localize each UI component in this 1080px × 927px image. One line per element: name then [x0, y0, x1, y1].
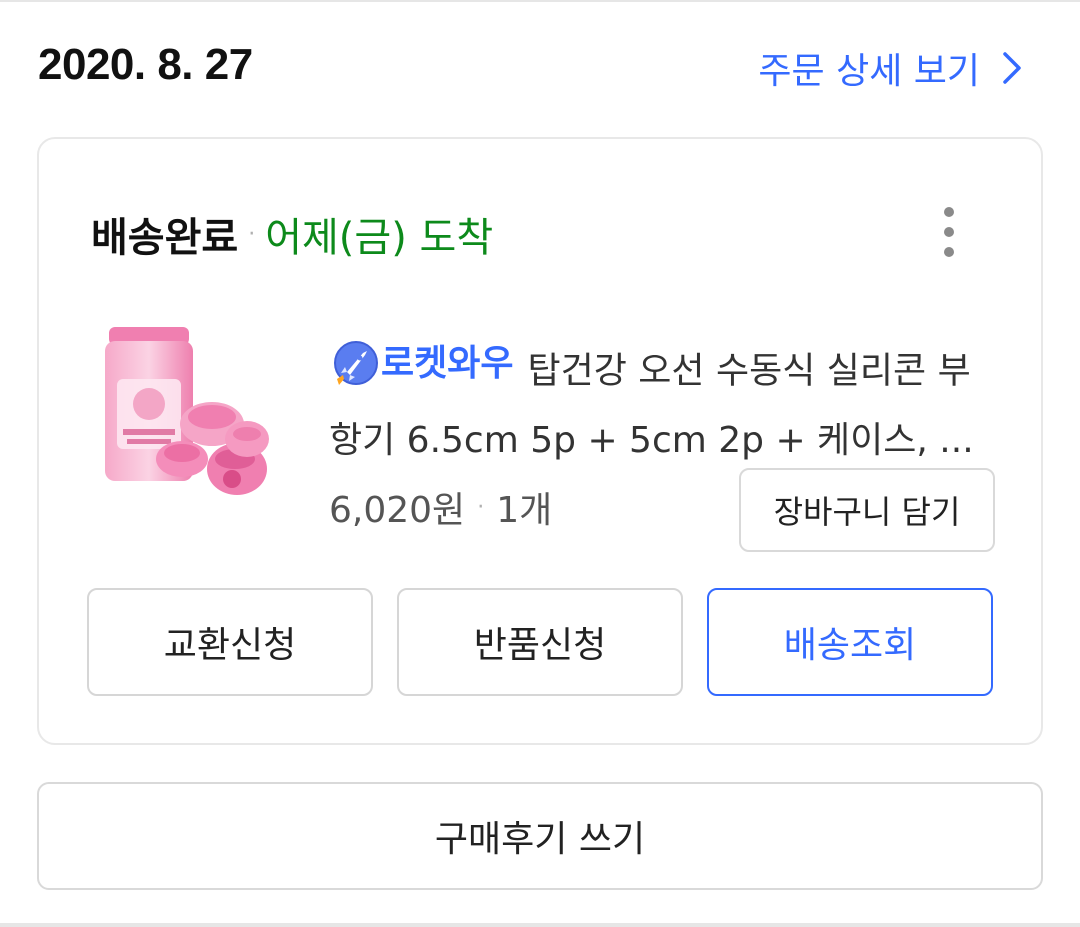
rocket-icon [334, 340, 378, 385]
bottom-divider [0, 923, 1080, 927]
arrival-info: 어제(금) 도착 [265, 215, 494, 261]
add-to-cart-button[interactable]: 장바구니 담기 [739, 468, 995, 552]
track-delivery-button[interactable]: 배송조회 [707, 588, 993, 696]
write-review-button[interactable]: 구매후기 쓰기 [37, 782, 1043, 890]
return-request-button[interactable]: 반품신청 [397, 588, 683, 696]
order-page: 2020. 8. 27 주문 상세 보기 배송완료 · 어제(금) 도착 로켓와… [0, 0, 1080, 927]
price-row: 6,020원 · 1개 [329, 481, 552, 533]
exchange-request-button[interactable]: 교환신청 [87, 588, 373, 696]
delivery-status: 배송완료 [91, 215, 239, 261]
order-detail-label: 주문 상세 보기 [758, 51, 980, 92]
product-title[interactable]: 로켓와우 탑건강 오선 수동식 실리콘 부항기 6.5cm 5p + 5cm 2… [329, 329, 989, 467]
price-separator: · [477, 494, 485, 520]
order-date: 2020. 8. 27 [38, 40, 253, 89]
order-card: 배송완료 · 어제(금) 도착 로켓와우 탑건강 오선 수동식 실리콘 부항기 … [37, 137, 1043, 745]
product-image[interactable] [87, 319, 287, 519]
top-divider [0, 0, 1080, 2]
product-info: 로켓와우 탑건강 오선 수동식 실리콘 부항기 6.5cm 5p + 5cm 2… [329, 329, 989, 467]
product-quantity: 1개 [496, 490, 553, 531]
product-price: 6,020원 [329, 490, 466, 531]
rocket-badge: 로켓와우 [329, 329, 513, 398]
status-separator: · [248, 221, 256, 247]
order-detail-link[interactable]: 주문 상세 보기 [758, 42, 1022, 94]
more-vertical-icon[interactable] [939, 207, 959, 257]
chevron-right-icon [1003, 52, 1021, 84]
delivery-status-row: 배송완료 · 어제(금) 도착 [91, 205, 493, 263]
rocket-badge-label: 로켓와우 [381, 343, 514, 384]
